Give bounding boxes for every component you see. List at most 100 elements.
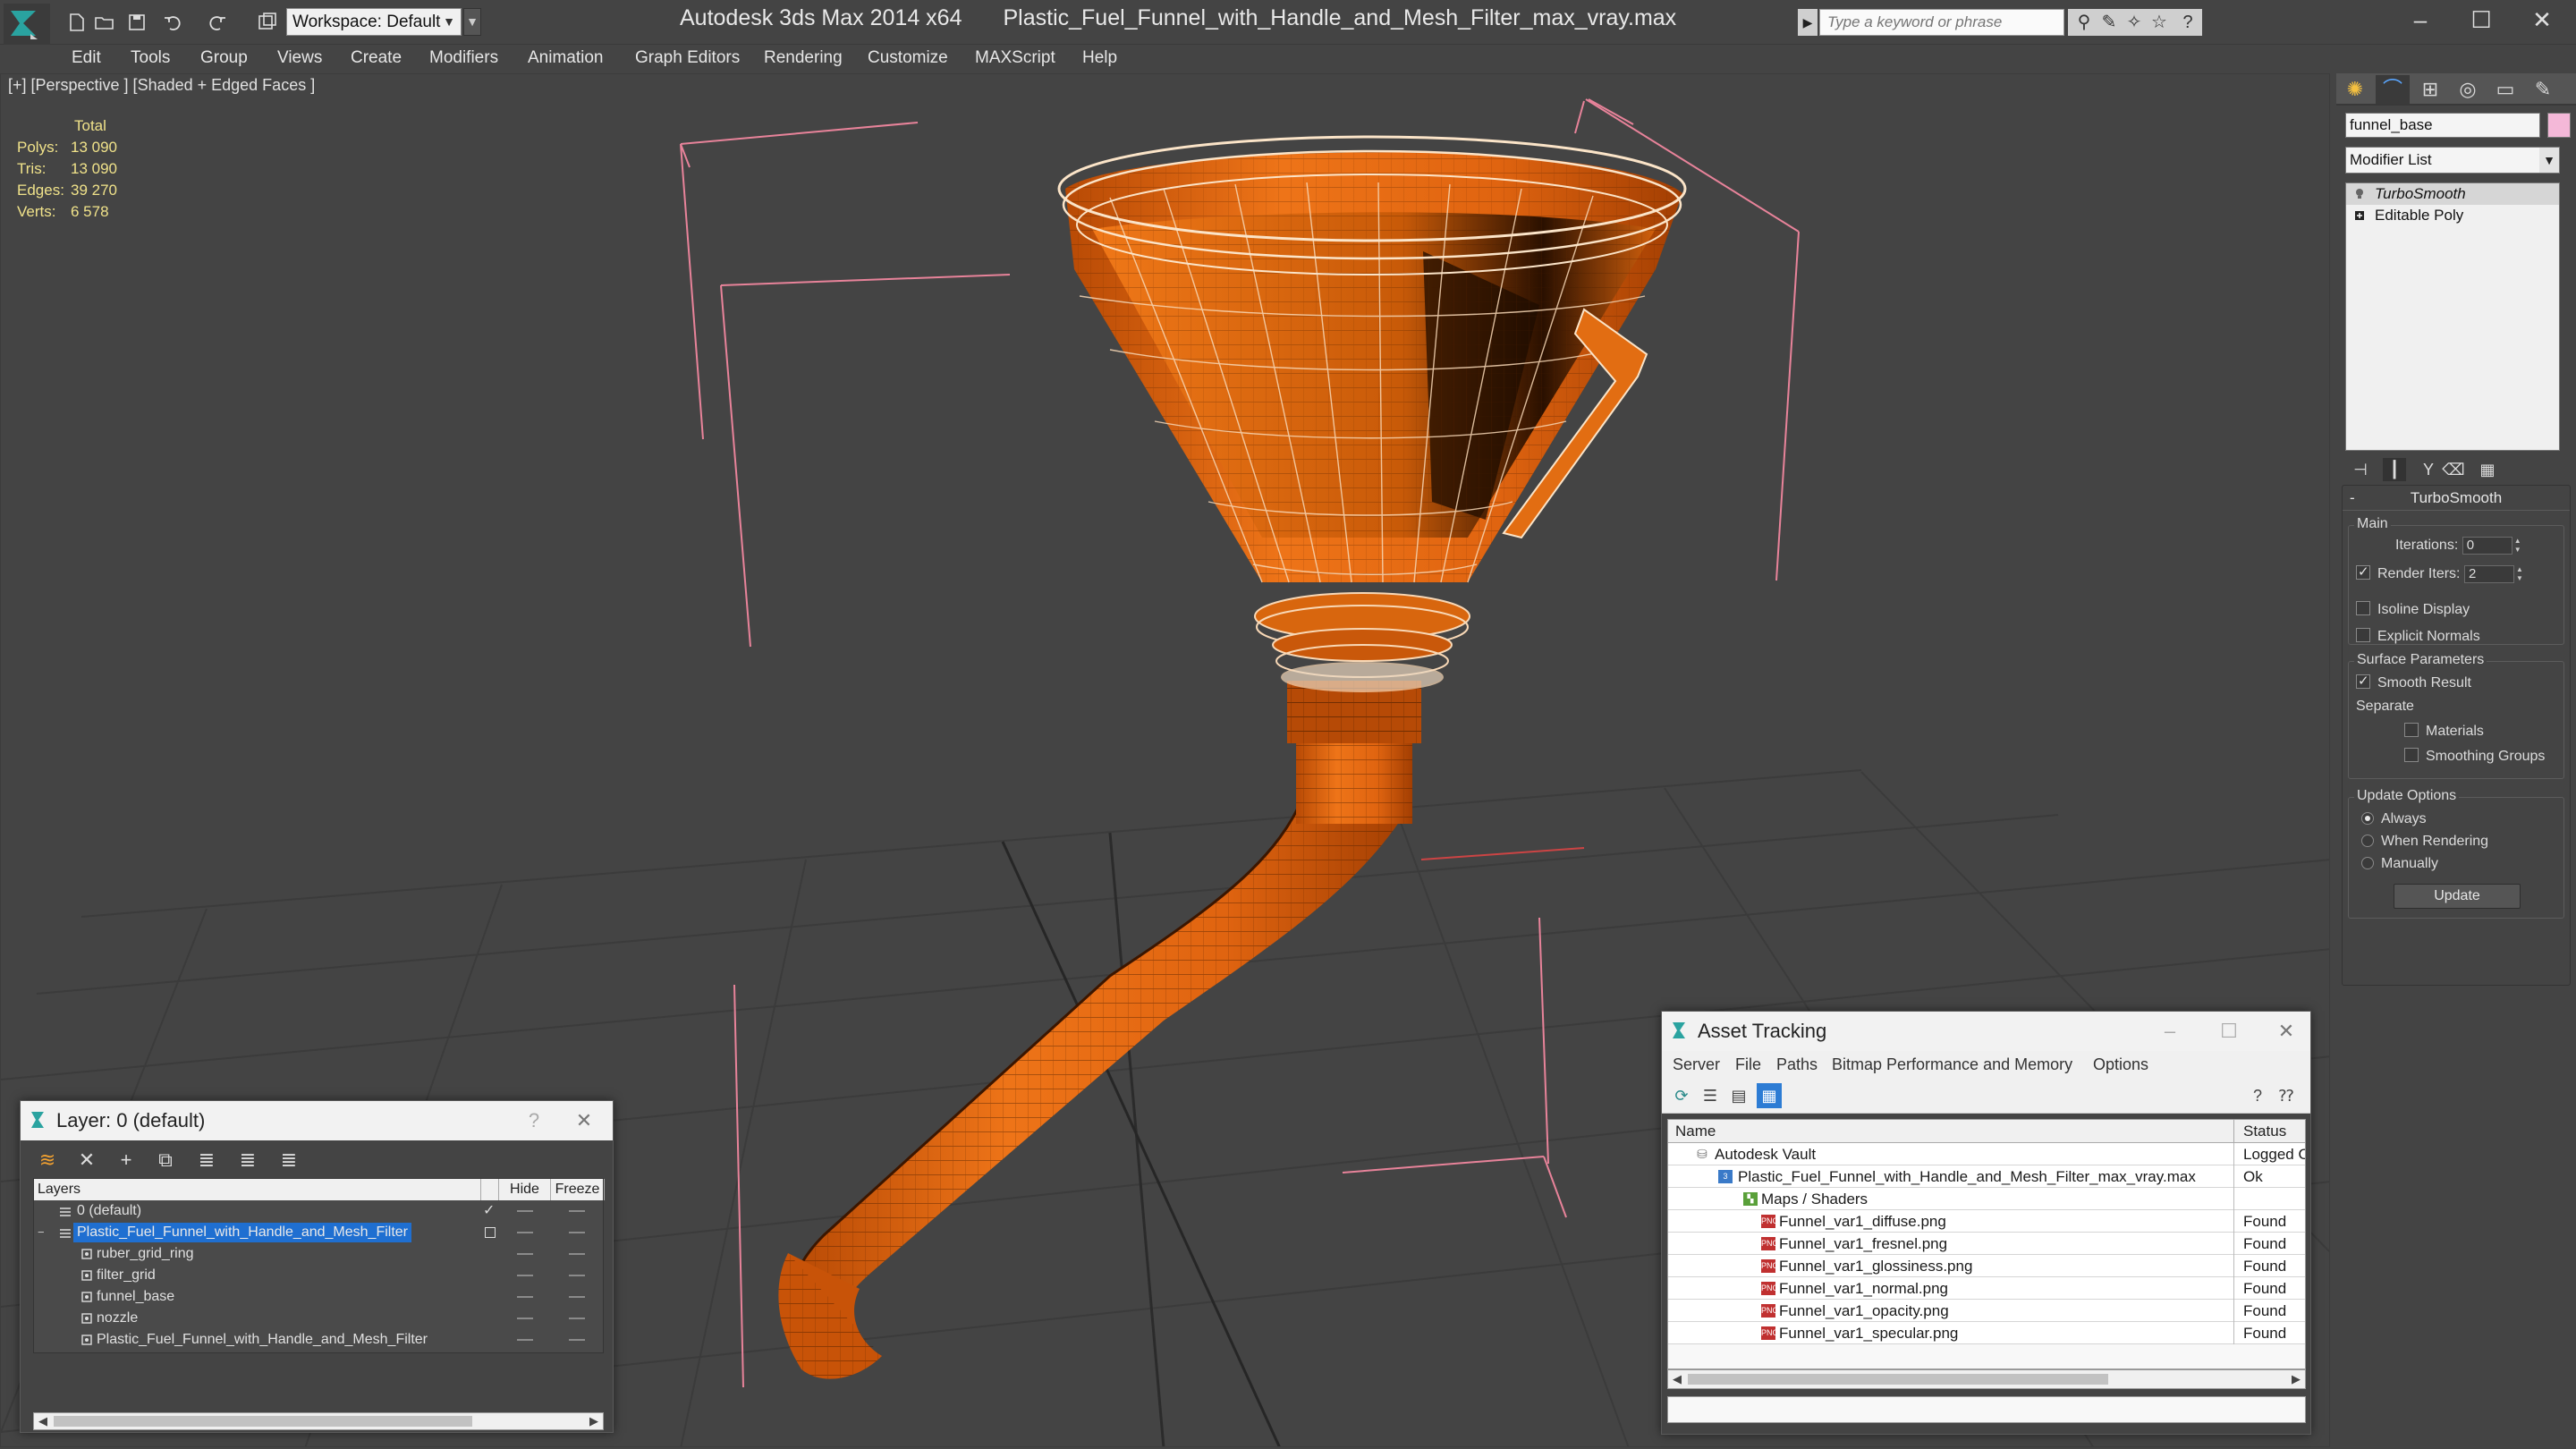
spinner-arrows-icon[interactable]: ▲ ▼ (2512, 537, 2523, 555)
menu-group[interactable]: Group (200, 45, 248, 72)
collapse-minus-icon[interactable]: − (38, 1222, 45, 1243)
freeze-toggle[interactable] (569, 1210, 585, 1212)
configure-modifier-sets-icon[interactable]: ▦ (2476, 458, 2499, 481)
hide-all-layers-icon[interactable]: ≣ (235, 1148, 260, 1173)
maximize-icon[interactable]: ☐ (2209, 1012, 2249, 1051)
materials-row[interactable]: Materials (2404, 721, 2484, 742)
asset-menu-options[interactable]: Options (2093, 1051, 2148, 1078)
hide-toggle[interactable] (517, 1339, 533, 1341)
horizontal-scrollbar[interactable]: ◀ ▶ (33, 1412, 604, 1430)
hide-toggle[interactable] (517, 1210, 533, 1212)
column-status[interactable]: Status (2233, 1120, 2286, 1143)
show-end-result-icon[interactable]: ┃ (2383, 458, 2406, 481)
favorites-star-icon[interactable]: ☆ (2148, 12, 2170, 33)
horizontal-scrollbar[interactable]: ◀ ▶ (1667, 1369, 2306, 1389)
utilities-tab-icon[interactable]: ✎ (2526, 75, 2560, 104)
stack-item-turbosmooth[interactable]: TurboSmooth (2346, 183, 2559, 205)
select-highlighted-icon[interactable]: ⧉ (153, 1148, 178, 1173)
expand-plus-icon[interactable] (2355, 210, 2364, 221)
viewport-label[interactable]: [+] [Perspective ] [Shaded + Edged Faces… (8, 76, 315, 95)
column-freeze[interactable]: Freeze (551, 1179, 605, 1200)
undo-icon[interactable] (161, 11, 184, 34)
menu-tools[interactable]: Tools (131, 45, 170, 72)
always-radio[interactable] (2361, 812, 2374, 825)
manually-radio[interactable] (2361, 857, 2374, 869)
freeze-all-layers-icon[interactable]: ≣ (276, 1148, 301, 1173)
layer-row[interactable]: 0 (default) ✓ (34, 1200, 603, 1222)
freeze-toggle[interactable] (569, 1253, 585, 1255)
maximize-icon[interactable]: ☐ (2451, 0, 2512, 39)
render-iters-checkbox[interactable] (2356, 562, 2370, 583)
menu-rendering[interactable]: Rendering (764, 45, 843, 72)
isoline-row[interactable]: Isoline Display (2356, 599, 2470, 621)
column-layers[interactable]: Layers (34, 1179, 481, 1200)
save-icon[interactable] (125, 11, 148, 34)
list-view-icon[interactable]: ☰ (1698, 1083, 1723, 1108)
menu-create[interactable]: Create (351, 45, 402, 72)
stack-item-editable-poly[interactable]: Editable Poly (2346, 205, 2559, 226)
modify-tab-icon[interactable]: ⌒ (2376, 75, 2410, 104)
spinner-arrows-icon[interactable]: ▲ ▼ (2514, 565, 2525, 583)
when-rendering-row[interactable]: When Rendering (2361, 831, 2488, 852)
menu-animation[interactable]: Animation (528, 45, 604, 72)
asset-row[interactable]: PNG Funnel_var1_glossiness.png Found (1668, 1255, 2305, 1277)
materials-checkbox[interactable] (2404, 723, 2419, 737)
object-row[interactable]: Plastic_Fuel_Funnel_with_Handle_and_Mesh… (34, 1329, 603, 1351)
close-icon[interactable]: ✕ (2267, 1012, 2306, 1051)
redo-icon[interactable] (206, 11, 229, 34)
object-row[interactable]: ruber_grid_ring (34, 1243, 603, 1265)
explicit-normals-checkbox[interactable] (2356, 628, 2370, 642)
add-layer-icon[interactable]: + (114, 1148, 139, 1173)
context-help-icon[interactable]: ⁇ (2274, 1083, 2299, 1108)
modifier-list-dropdown[interactable]: Modifier List ▼ (2345, 147, 2560, 174)
help-icon[interactable]: ? (2245, 1083, 2270, 1108)
hide-toggle[interactable] (517, 1296, 533, 1298)
subscription-icon[interactable]: ✎ (2098, 12, 2120, 33)
menu-maxscript[interactable]: MAXScript (975, 45, 1055, 72)
asset-row[interactable]: ▚ Maps / Shaders (1668, 1188, 2305, 1210)
layer-row[interactable]: − Plastic_Fuel_Funnel_with_Handle_and_Me… (34, 1222, 603, 1243)
close-icon[interactable]: ✕ (2512, 0, 2572, 39)
freeze-toggle[interactable] (569, 1232, 585, 1233)
update-button[interactable]: Update (2394, 884, 2521, 909)
asset-menu-paths[interactable]: Paths (1776, 1051, 1818, 1078)
help-icon[interactable]: ? (514, 1101, 554, 1140)
delete-layer-icon[interactable]: ✕ (74, 1148, 99, 1173)
remove-modifier-icon[interactable]: ⌫ (2442, 458, 2465, 481)
table-view-icon[interactable]: ▦ (1757, 1083, 1782, 1108)
scrollbar-thumb[interactable] (54, 1416, 472, 1427)
communication-icon[interactable]: ✧ (2123, 12, 2145, 33)
asset-row[interactable]: 3 Plastic_Fuel_Funnel_with_Handle_and_Me… (1668, 1165, 2305, 1188)
asset-row[interactable]: PNG Funnel_var1_specular.png Found (1668, 1322, 2305, 1344)
asset-menu-file[interactable]: File (1735, 1051, 1761, 1078)
column-name[interactable]: Name (1675, 1120, 1716, 1143)
asset-row[interactable]: PNG Funnel_var1_fresnel.png Found (1668, 1233, 2305, 1255)
app-logo-icon[interactable] (4, 4, 50, 50)
binoculars-icon[interactable]: ⚲ (2073, 12, 2095, 33)
menu-customize[interactable]: Customize (868, 45, 948, 72)
layer-settings-icon[interactable]: ≋ (35, 1148, 60, 1173)
object-row[interactable]: funnel_base (34, 1286, 603, 1308)
hide-toggle[interactable] (517, 1253, 533, 1255)
new-file-icon[interactable] (64, 11, 88, 34)
always-row[interactable]: Always (2361, 809, 2427, 830)
make-unique-icon[interactable]: Y (2417, 458, 2440, 481)
expand-search-icon[interactable]: ▶ (1798, 9, 1818, 36)
asset-menu-bitmap-performance[interactable]: Bitmap Performance and Memory (1832, 1051, 2072, 1078)
open-file-icon[interactable] (93, 11, 116, 34)
object-name-field[interactable]: funnel_base (2345, 113, 2540, 138)
minimize-icon[interactable]: – (2150, 1012, 2190, 1051)
scroll-right-icon[interactable]: ▶ (585, 1413, 603, 1429)
render-iters-input[interactable]: 2 (2463, 564, 2514, 583)
asset-row[interactable]: PNG Funnel_var1_normal.png Found (1668, 1277, 2305, 1300)
freeze-toggle[interactable] (569, 1339, 585, 1341)
isoline-display-checkbox[interactable] (2356, 601, 2370, 615)
hide-toggle[interactable] (517, 1232, 533, 1233)
asset-dialog-titlebar[interactable]: Asset Tracking – ☐ ✕ (1662, 1012, 2310, 1051)
detail-view-icon[interactable]: ▤ (1726, 1083, 1751, 1108)
refresh-icon[interactable]: ⟳ (1669, 1083, 1694, 1108)
object-color-swatch[interactable] (2547, 113, 2571, 138)
iterations-input[interactable]: 0 (2462, 536, 2512, 555)
current-layer-check-icon[interactable]: ✓ (483, 1200, 495, 1222)
asset-menu-server[interactable]: Server (1673, 1051, 1720, 1078)
